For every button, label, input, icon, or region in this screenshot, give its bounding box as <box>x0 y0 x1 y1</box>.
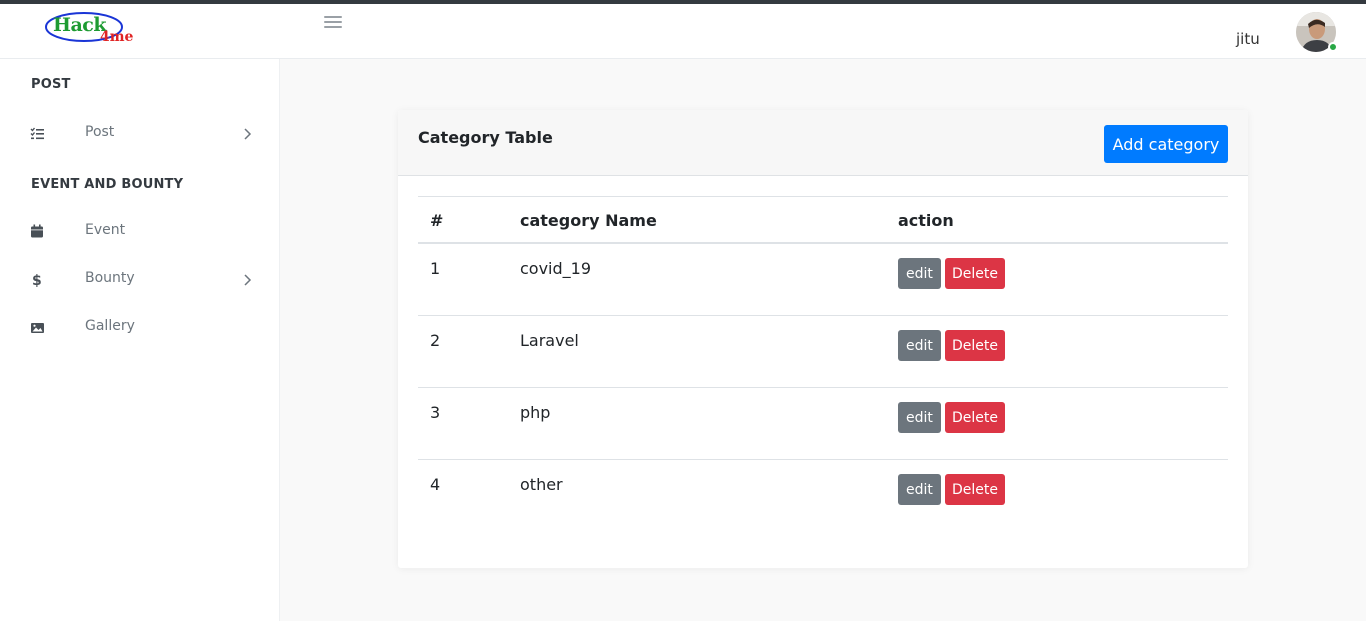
edit-button[interactable]: edit <box>898 474 941 505</box>
sidebar-item-label: Gallery <box>85 318 135 334</box>
table-row: 4 other edit Delete <box>418 460 1228 532</box>
logo-subtext: 4me <box>100 29 134 45</box>
sidebar-item-event[interactable]: Event <box>0 214 280 250</box>
table-row: 1 covid_19 edit Delete <box>418 244 1228 316</box>
row-number: 1 <box>430 259 441 278</box>
sidebar-item-gallery[interactable]: Gallery <box>0 310 280 346</box>
sidebar: POST Post EVENT AND BOUNTY Event $ Bount… <box>0 59 280 621</box>
table-header: # category Name action <box>418 196 1228 244</box>
image-icon <box>31 323 44 333</box>
delete-button[interactable]: Delete <box>945 402 1005 433</box>
username[interactable]: jitu <box>1236 30 1260 48</box>
column-header-name: category Name <box>520 211 657 230</box>
column-header-action: action <box>898 211 954 230</box>
delete-button[interactable]: Delete <box>945 330 1005 361</box>
list-check-icon <box>30 127 44 140</box>
sidebar-heading-post: POST <box>31 77 71 92</box>
delete-button[interactable]: Delete <box>945 474 1005 505</box>
row-category-name: other <box>520 475 563 494</box>
sidebar-item-label: Bounty <box>85 270 135 286</box>
row-category-name: covid_19 <box>520 259 592 278</box>
add-category-button[interactable]: Add category <box>1104 125 1228 163</box>
row-category-name: php <box>520 403 551 422</box>
table-row: 3 php edit Delete <box>418 388 1228 460</box>
chevron-right-icon <box>244 274 252 286</box>
edit-button[interactable]: edit <box>898 402 941 433</box>
row-category-name: Laravel <box>520 331 579 350</box>
edit-button[interactable]: edit <box>898 258 941 289</box>
sidebar-item-bounty[interactable]: $ Bounty <box>0 262 280 298</box>
card-title: Category Table <box>418 128 553 147</box>
sidebar-item-label: Event <box>85 222 126 238</box>
menu-toggle-icon[interactable] <box>324 16 342 32</box>
online-status-badge <box>1328 42 1338 52</box>
row-number: 4 <box>430 475 441 494</box>
edit-button[interactable]: edit <box>898 330 941 361</box>
sidebar-item-post[interactable]: Post <box>0 116 280 152</box>
row-number: 2 <box>430 331 441 350</box>
category-card: Category Table Add category # category N… <box>398 110 1248 568</box>
svg-text:$: $ <box>32 273 42 287</box>
dollar-icon: $ <box>32 273 42 287</box>
chevron-right-icon <box>244 128 252 140</box>
row-number: 3 <box>430 403 441 422</box>
table-row: 2 Laravel edit Delete <box>418 316 1228 388</box>
sidebar-heading-event-bounty: EVENT AND BOUNTY <box>31 177 184 192</box>
card-header: Category Table Add category <box>398 110 1248 176</box>
logo[interactable]: Hack 4me <box>44 10 134 46</box>
delete-button[interactable]: Delete <box>945 258 1005 289</box>
calendar-icon <box>31 224 43 238</box>
sidebar-item-label: Post <box>85 124 115 140</box>
header: Hack 4me jitu <box>0 4 1366 59</box>
column-header-number: # <box>430 211 444 230</box>
logo-text: Hack <box>53 14 107 36</box>
